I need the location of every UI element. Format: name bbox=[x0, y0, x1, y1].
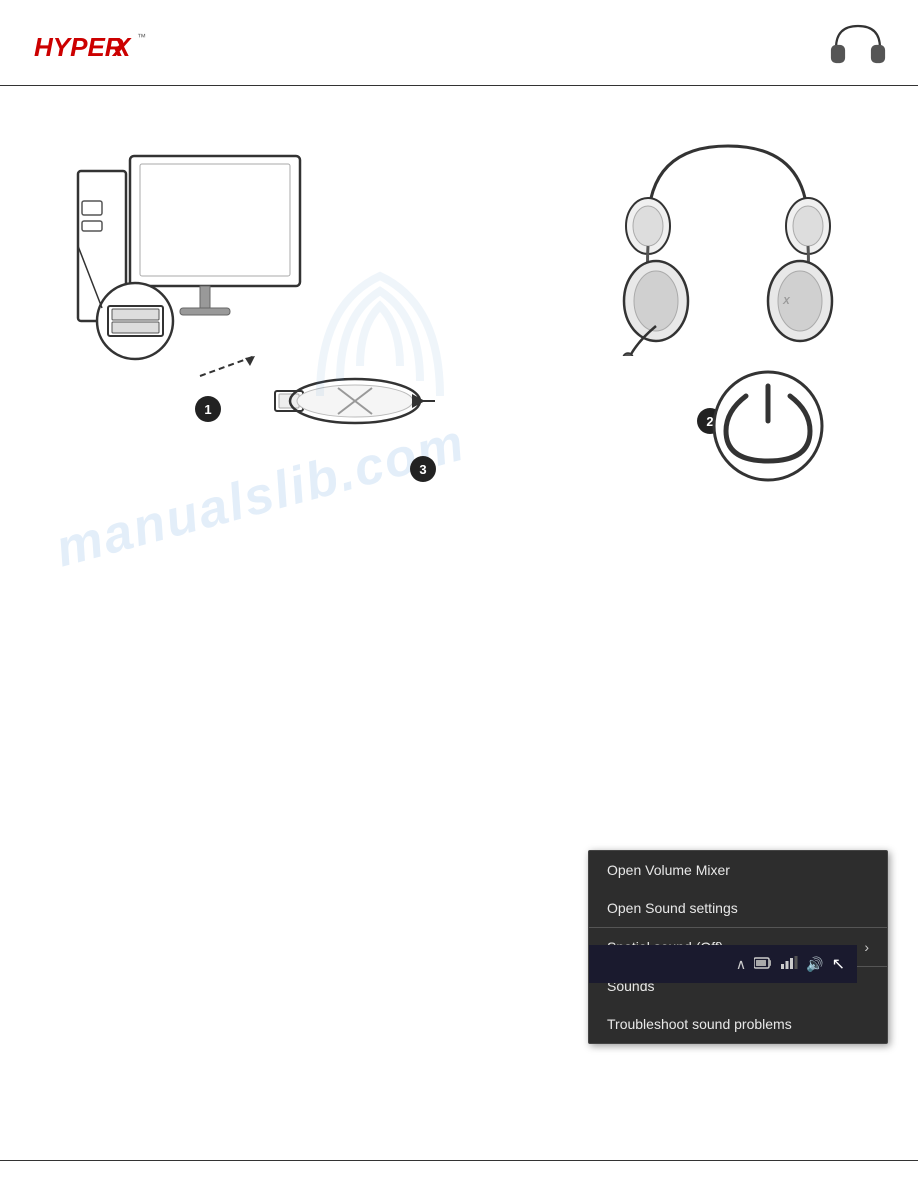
svg-text:HYPER: HYPER bbox=[34, 32, 124, 62]
headset-header-icon bbox=[828, 18, 888, 73]
menu-item-label: Open Sound settings bbox=[607, 900, 738, 916]
cursor-icon: ↖ bbox=[832, 954, 845, 974]
submenu-arrow-icon: › bbox=[864, 939, 869, 955]
page-footer bbox=[0, 1160, 918, 1188]
headset-main-illustration: X bbox=[618, 126, 838, 346]
headset-main-svg: X bbox=[618, 126, 838, 356]
svg-text:X: X bbox=[782, 296, 791, 307]
power-button-svg bbox=[708, 366, 828, 486]
taskbar-strip: ∧ 🔊 ↖ bbox=[588, 945, 857, 983]
taskbar-chevron-icon: ∧ bbox=[736, 956, 746, 973]
taskbar-volume-icon: 🔊 bbox=[806, 956, 823, 973]
main-content: manualslib.com 1 bbox=[0, 86, 918, 1144]
taskbar-battery-icon bbox=[754, 956, 772, 973]
hyperx-logo-svg: HYPER X ™ bbox=[34, 26, 154, 66]
menu-item-troubleshoot[interactable]: Troubleshoot sound problems bbox=[589, 1005, 887, 1043]
power-button-area bbox=[708, 366, 828, 486]
menu-item-volume-mixer[interactable]: Open Volume Mixer bbox=[589, 851, 887, 889]
page-header: HYPER X ™ bbox=[0, 0, 918, 86]
wireless-signal-waves bbox=[280, 266, 480, 466]
menu-item-label: Troubleshoot sound problems bbox=[607, 1016, 792, 1032]
svg-text:X: X bbox=[111, 32, 132, 62]
menu-item-sound-settings[interactable]: Open Sound settings bbox=[589, 889, 887, 927]
svg-text:™: ™ bbox=[137, 32, 146, 42]
brand-logo: HYPER X ™ bbox=[30, 26, 154, 66]
taskbar-network-icon bbox=[780, 956, 798, 973]
menu-item-label: Open Volume Mixer bbox=[607, 862, 730, 878]
context-menu: Open Volume Mixer Open Sound settings Sp… bbox=[588, 850, 888, 1044]
